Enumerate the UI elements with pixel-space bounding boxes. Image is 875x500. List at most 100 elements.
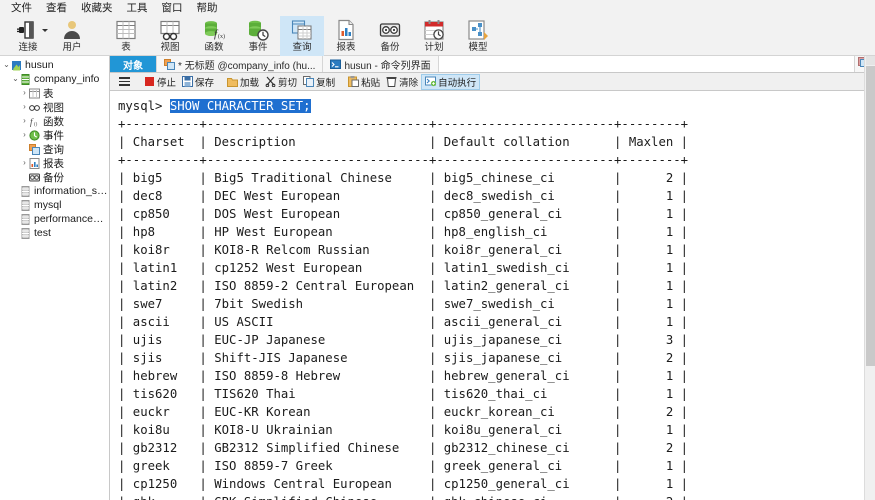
- command-button-label: 停止: [157, 75, 176, 89]
- scrollbar-thumb[interactable]: [866, 66, 875, 366]
- table-row: | swe7 | 7bit Swedish | swe7_swedish_ci …: [118, 295, 875, 313]
- tree-expander-icon[interactable]: ›: [20, 86, 29, 100]
- toolbar-button-connection[interactable]: 连接: [6, 16, 50, 56]
- menu-tools[interactable]: 工具: [120, 0, 155, 16]
- tab-command-line[interactable]: husun - 命令列界面: [323, 56, 438, 72]
- stop-icon: [144, 76, 155, 87]
- tab-bar-filler: [439, 56, 855, 72]
- toolbar-button-event[interactable]: 事件: [236, 16, 280, 56]
- tree-expander-icon[interactable]: ›: [20, 100, 29, 114]
- table-row: | euckr | EUC-KR Korean | euckr_korean_c…: [118, 403, 875, 421]
- toolbar-button-label: 视图: [160, 43, 179, 53]
- query-tab-icon: [164, 59, 175, 70]
- cmd-clear-button[interactable]: 清除: [383, 74, 421, 90]
- table-icon: [29, 88, 40, 99]
- selected-command[interactable]: SHOW CHARACTER SET;: [170, 99, 311, 113]
- tree-expander-icon[interactable]: ›: [20, 114, 29, 128]
- menu-favorites[interactable]: 收藏夹: [74, 0, 120, 16]
- table-row: | koi8r | KOI8-R Relcom Russian | koi8r_…: [118, 241, 875, 259]
- tree-expander-icon[interactable]: ›: [20, 156, 29, 170]
- menu-hamburger-icon[interactable]: [114, 74, 134, 90]
- menu-bar: 文件查看收藏夹工具窗口帮助: [0, 0, 875, 16]
- report-icon: [29, 158, 40, 169]
- command-button-label: 保存: [195, 75, 214, 89]
- cut-icon: [265, 76, 276, 87]
- table-row: | ujis | EUC-JP Japanese | ujis_japanese…: [118, 331, 875, 349]
- command-button-label: 剪切: [278, 75, 297, 89]
- vertical-scrollbar[interactable]: [864, 56, 875, 500]
- toolbar-button-schedule[interactable]: 计划: [412, 16, 456, 56]
- menu-help[interactable]: 帮助: [190, 0, 225, 16]
- user-icon: [60, 18, 84, 42]
- autorun-icon: [425, 76, 436, 87]
- toolbar-button-user[interactable]: 用户: [50, 16, 94, 56]
- toolbar-button-function[interactable]: f(x)函数: [192, 16, 236, 56]
- tab-label: 对象: [123, 57, 143, 72]
- query-icon: [290, 18, 314, 42]
- table-border-header: +----------+----------------------------…: [118, 151, 875, 169]
- toolbar-button-label: 查询: [292, 43, 311, 53]
- command-button-label: 粘贴: [361, 75, 380, 89]
- table-row: | latin1 | cp1252 West European | latin1…: [118, 259, 875, 277]
- table-header-row: | Charset | Description | Default collat…: [118, 133, 875, 151]
- function-icon: f(x): [202, 18, 226, 42]
- table-row: | cp850 | DOS West European | cp850_gene…: [118, 205, 875, 223]
- cmd-autorun-button[interactable]: 自动执行: [421, 74, 480, 90]
- tree-item-performance-schema[interactable]: performance_schema: [0, 212, 109, 226]
- event-icon: [29, 130, 40, 141]
- tree-item-test[interactable]: test: [0, 226, 109, 240]
- tree-item-label: test: [34, 227, 51, 239]
- toolbar-button-label: 备份: [380, 43, 399, 53]
- toolbar-button-backup[interactable]: 备份: [368, 16, 412, 56]
- tree-item-mysql[interactable]: mysql: [0, 198, 109, 212]
- menu-file[interactable]: 文件: [4, 0, 39, 16]
- command-line-output[interactable]: mysql> SHOW CHARACTER SET;+----------+--…: [110, 91, 875, 500]
- tab-untitled-query[interactable]: * 无标题 @company_info (hu...: [157, 56, 323, 72]
- cmd-stop-button[interactable]: 停止: [141, 74, 179, 90]
- toolbar-button-report[interactable]: 报表: [324, 16, 368, 56]
- cmd-paste-button[interactable]: 粘贴: [345, 74, 383, 90]
- tree-item-views[interactable]: ›视图: [0, 100, 109, 114]
- tree-item-information-schema[interactable]: information_schema: [0, 184, 109, 198]
- tree-expander-icon[interactable]: ›: [20, 128, 29, 142]
- tree-item-company-info[interactable]: ⌄company_info: [0, 72, 109, 86]
- menu-window[interactable]: 窗口: [155, 0, 190, 16]
- tree-item-label: 函数: [43, 114, 64, 129]
- database-green-icon: [20, 74, 31, 85]
- tree-item-tables[interactable]: ›表: [0, 86, 109, 100]
- backup-icon: [29, 172, 40, 183]
- cmd-copy-button[interactable]: 复制: [300, 74, 338, 90]
- query-icon: [29, 144, 40, 155]
- navigation-sidebar[interactable]: ⌄husun⌄company_info›表›视图›f()函数›事件查询›报表备份…: [0, 56, 110, 500]
- chevron-down-icon[interactable]: [42, 29, 48, 32]
- command-button-label: 自动执行: [438, 75, 476, 89]
- menu-view[interactable]: 查看: [39, 0, 74, 16]
- tree-item-reports[interactable]: ›报表: [0, 156, 109, 170]
- toolbar-button-table[interactable]: 表: [104, 16, 148, 56]
- tree-expander-icon[interactable]: ⌄: [2, 58, 11, 72]
- main-toolbar: 连接用户表视图 f(x)函数事件查询 报表备份 计划模型: [0, 16, 875, 56]
- cmd-save-button[interactable]: 保存: [179, 74, 217, 90]
- toolbar-button-query[interactable]: 查询: [280, 16, 324, 56]
- toolbar-button-model[interactable]: 模型: [456, 16, 500, 56]
- scroll-up-button[interactable]: [866, 56, 875, 65]
- command-button-label: 复制: [316, 75, 335, 89]
- tab-objects[interactable]: 对象: [110, 56, 157, 72]
- cmd-load-button[interactable]: 加载: [224, 74, 262, 90]
- view-icon: [29, 102, 40, 113]
- tree-expander-icon[interactable]: ⌄: [11, 72, 20, 86]
- tree-item-label: 事件: [43, 128, 64, 143]
- tree-item-functions[interactable]: ›f()函数: [0, 114, 109, 128]
- event-icon: [246, 18, 270, 42]
- toolbar-button-view[interactable]: 视图: [148, 16, 192, 56]
- tree-item-label: husun: [25, 59, 54, 71]
- tree-item-events[interactable]: › 事件: [0, 128, 109, 142]
- tree-item-backups[interactable]: 备份: [0, 170, 109, 184]
- cmd-cut-button[interactable]: 剪切: [262, 74, 300, 90]
- table-row: | hebrew | ISO 8859-8 Hebrew | hebrew_ge…: [118, 367, 875, 385]
- table-row: | gb2312 | GB2312 Simplified Chinese | g…: [118, 439, 875, 457]
- tree-item-queries[interactable]: 查询: [0, 142, 109, 156]
- report-icon: [334, 18, 358, 42]
- table-row: | ascii | US ASCII | ascii_general_ci | …: [118, 313, 875, 331]
- tree-item-husun[interactable]: ⌄ husun: [0, 58, 109, 72]
